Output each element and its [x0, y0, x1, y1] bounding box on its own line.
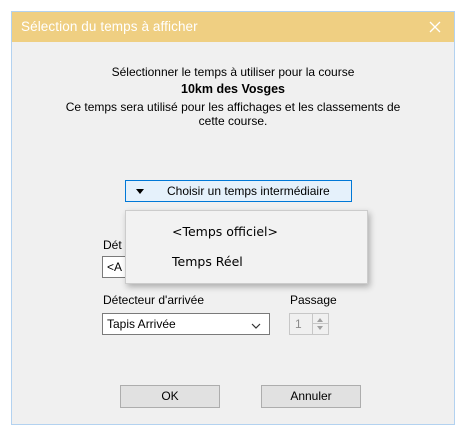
arrival-pass-spin-buttons[interactable]: [312, 314, 328, 334]
choose-intermediate-time-button[interactable]: Choisir un temps intermédiaire: [125, 180, 352, 202]
spin-down-icon: [317, 326, 323, 330]
window-title: Sélection du temps à afficher: [21, 19, 198, 34]
arrival-detector-select[interactable]: Tapis Arrivée: [102, 313, 270, 335]
intro-line-1: Sélectionner le temps à utiliser pour la…: [111, 65, 355, 79]
menu-item-real-time[interactable]: Temps Réel: [172, 254, 243, 269]
time-choice-menu: <Temps officiel> Temps Réel: [125, 210, 368, 284]
chevron-down-icon: [251, 319, 261, 333]
dialog-window: Sélection du temps à afficher Sélectionn…: [11, 11, 455, 425]
spin-up-icon: [317, 318, 323, 322]
dropdown-arrow-icon: [136, 189, 144, 194]
title-bar[interactable]: Sélection du temps à afficher: [12, 12, 454, 42]
arrival-detector-value: Tapis Arrivée: [107, 317, 176, 331]
arrival-pass-value: 1: [295, 317, 302, 331]
course-name: 10km des Vosges: [181, 82, 285, 96]
menu-item-official-time[interactable]: <Temps officiel>: [172, 224, 278, 239]
choose-button-label: Choisir un temps intermédiaire: [167, 184, 330, 198]
start-detector-value: <A: [107, 260, 123, 274]
spin-divider: [313, 323, 328, 324]
arrival-detector-label: Détecteur d'arrivée: [103, 293, 205, 307]
cancel-button[interactable]: Annuler: [261, 385, 361, 408]
intro-line-3: cette course.: [198, 114, 268, 128]
close-button[interactable]: [422, 15, 448, 39]
arrival-pass-stepper[interactable]: 1: [289, 313, 329, 335]
close-icon: [429, 21, 441, 33]
ok-button[interactable]: OK: [120, 385, 220, 408]
start-detector-label: Dét: [103, 238, 122, 252]
arrival-pass-label: Passage: [290, 293, 337, 307]
intro-line-2: Ce temps sera utilisé pour les affichage…: [65, 100, 401, 114]
